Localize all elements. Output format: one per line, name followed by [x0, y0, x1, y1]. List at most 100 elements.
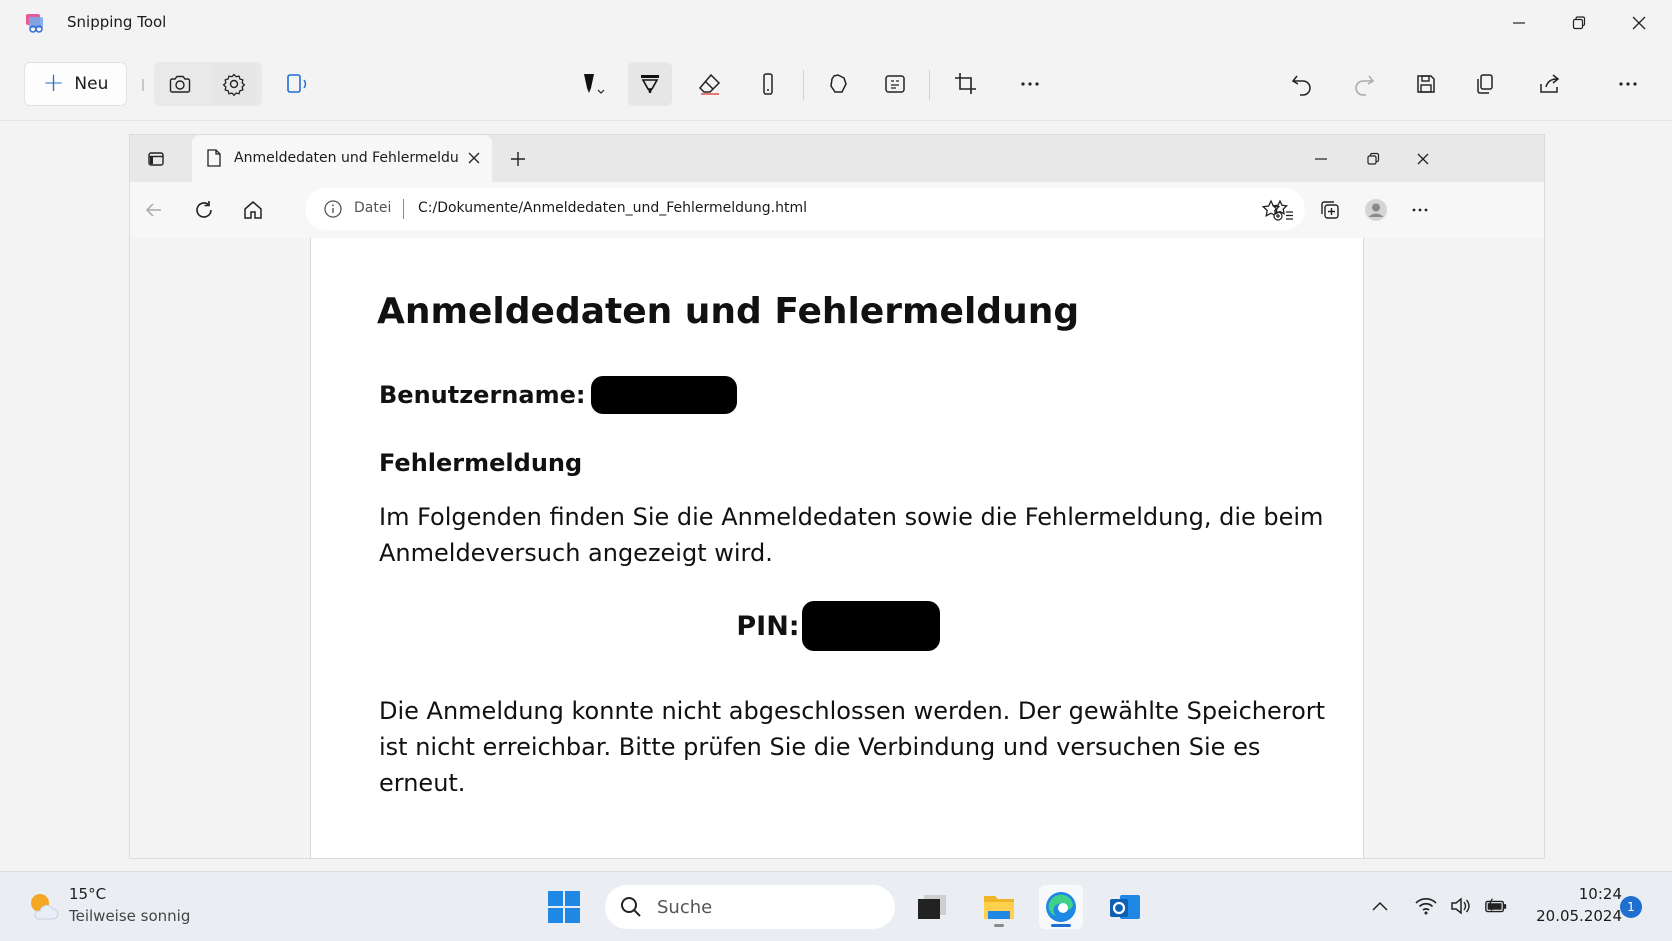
partly-sunny-icon — [31, 894, 59, 920]
browser-restore-button[interactable] — [1358, 145, 1388, 173]
taskbar-app-outlook[interactable] — [1103, 885, 1147, 929]
settings-button[interactable] — [212, 62, 256, 106]
windows-start-icon[interactable] — [547, 890, 581, 924]
browser-minimize-button[interactable] — [1306, 145, 1336, 173]
taskbar-app-edge[interactable] — [1039, 885, 1083, 929]
pin-row: PIN: — [311, 601, 1365, 651]
copy-button[interactable] — [1463, 62, 1507, 106]
new-snip-label: Neu — [74, 74, 109, 94]
favorites-icon — [1272, 199, 1293, 220]
show-hidden-icons-button[interactable] — [1368, 894, 1392, 918]
volume-button[interactable] — [1448, 894, 1472, 918]
clock-time: 10:24 — [1578, 885, 1622, 903]
undo-icon — [1291, 75, 1311, 96]
taskbar-app-file-explorer[interactable] — [977, 885, 1021, 929]
text-actions-button[interactable] — [276, 62, 320, 106]
see-more-button[interactable] — [1606, 62, 1650, 106]
plus-icon — [511, 152, 525, 166]
refresh-button[interactable] — [188, 194, 220, 226]
maximize-button[interactable] — [1556, 8, 1602, 38]
chevron-up-icon — [1372, 901, 1388, 911]
minimize-icon — [1513, 22, 1525, 24]
minimize-button[interactable] — [1496, 8, 1542, 38]
ballpoint-pen-icon — [584, 74, 605, 94]
search-icon — [621, 897, 641, 917]
home-button[interactable] — [237, 194, 269, 226]
browser-navigation-bar: Datei C:/Dokumente/Anmeldedaten_und_Fehl… — [130, 182, 1544, 238]
crop-icon — [955, 73, 976, 94]
snipping-toolbar: + Neu — [0, 52, 1672, 156]
more-horizontal-icon — [1619, 82, 1637, 86]
refresh-icon — [196, 201, 212, 218]
username-row: Benutzername: — [379, 376, 738, 414]
more-horizontal-icon — [1021, 82, 1039, 86]
redact-icon — [885, 75, 905, 93]
back-button[interactable] — [138, 194, 170, 226]
crop-button[interactable] — [944, 62, 988, 106]
share-button[interactable] — [1528, 62, 1572, 106]
redact-button[interactable] — [873, 62, 917, 106]
close-icon — [1417, 153, 1429, 165]
highlighter-button[interactable] — [628, 62, 672, 106]
save-icon — [1417, 75, 1435, 93]
close-tab-button[interactable] — [464, 148, 484, 168]
emoji-button[interactable] — [816, 62, 860, 106]
pin-label: PIN: — [736, 610, 800, 642]
undo-button[interactable] — [1280, 62, 1324, 106]
address-url: C:/Dokumente/Anmeldedaten_und_Fehlermeld… — [418, 200, 807, 216]
toolbar-separator — [929, 70, 930, 100]
title-bar: Snipping Tool — [0, 0, 1672, 46]
ballpoint-pen-button[interactable] — [570, 62, 614, 106]
captured-browser-window: Anmeldedaten und Fehlermeldung Datei C:/… — [130, 135, 1544, 858]
save-button[interactable] — [1404, 62, 1448, 106]
restore-icon — [1367, 152, 1380, 165]
address-bar[interactable]: Datei C:/Dokumente/Anmeldedaten_und_Fehl… — [305, 188, 1305, 230]
network-button[interactable] — [1414, 894, 1438, 918]
collections-button[interactable] — [1314, 194, 1346, 226]
camera-icon — [169, 75, 191, 93]
address-scheme-label: Datei — [354, 200, 392, 216]
redo-button[interactable] — [1342, 62, 1386, 106]
address-separator — [403, 199, 404, 219]
info-icon — [324, 200, 342, 218]
avatar-icon — [1365, 199, 1387, 221]
ruler-button[interactable] — [746, 62, 790, 106]
browser-tab-strip: Anmeldedaten und Fehlermeldung — [130, 135, 1544, 182]
error-paragraph: Die Anmeldung konnte nicht abgeschlossen… — [379, 697, 1326, 797]
section-heading: Fehlermeldung — [379, 449, 583, 477]
plus-icon: + — [42, 67, 65, 98]
eraser-icon — [698, 73, 721, 95]
gear-icon — [222, 73, 246, 96]
favorites-button[interactable] — [1267, 194, 1299, 226]
battery-charging-icon — [1485, 898, 1507, 913]
eraser-button[interactable] — [688, 62, 732, 106]
browser-menu-button[interactable] — [1404, 194, 1436, 226]
document-icon — [207, 149, 221, 167]
tab-actions-button[interactable] — [142, 145, 170, 173]
arrow-left-icon — [145, 203, 161, 217]
battery-button[interactable] — [1484, 894, 1508, 918]
shape-icon — [830, 74, 847, 93]
close-button[interactable] — [1616, 8, 1662, 38]
profile-button[interactable] — [1360, 194, 1392, 226]
redo-icon — [1355, 75, 1375, 96]
new-tab-button[interactable] — [506, 147, 530, 171]
pin-redaction — [801, 601, 940, 651]
notification-badge[interactable]: 1 — [1620, 896, 1642, 918]
edge-browser-icon — [1046, 892, 1076, 922]
browser-close-button[interactable] — [1408, 145, 1438, 173]
document-title: Anmeldedaten und Fehlermeldung — [377, 291, 1080, 332]
taskbar: 15°C Teilweise sonnig Suche 10:24 20.05.… — [0, 871, 1672, 941]
task-view-icon — [918, 895, 946, 919]
new-snip-button[interactable]: + Neu — [24, 62, 127, 106]
taskbar-app-task-view[interactable] — [910, 885, 954, 929]
search-placeholder: Suche — [657, 897, 713, 918]
more-tools-button[interactable] — [1008, 62, 1052, 106]
weather-temperature: 15°C — [69, 885, 107, 903]
browser-tab-active[interactable]: Anmeldedaten und Fehlermeldung — [192, 135, 492, 182]
screenshot-mode-button[interactable] — [158, 62, 202, 106]
highlighter-icon — [641, 75, 659, 93]
copy-icon — [1477, 74, 1493, 94]
taskbar-search-box[interactable]: Suche — [605, 885, 895, 929]
collections-icon — [1321, 201, 1339, 219]
